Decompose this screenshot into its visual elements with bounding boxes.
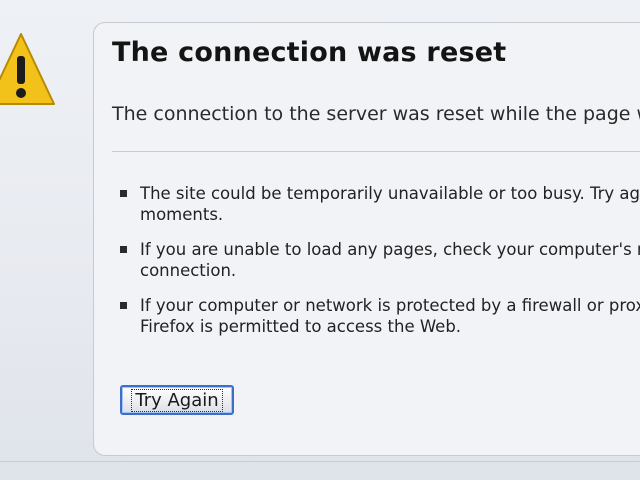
bullet-icon [120, 190, 127, 197]
bottom-divider [0, 461, 640, 462]
error-description: The connection to the server was reset w… [112, 103, 640, 125]
error-title: The connection was reset [112, 37, 507, 68]
bullet-icon [120, 302, 127, 309]
suggestion-text-line: The site could be temporarily unavailabl… [140, 184, 640, 203]
suggestion-text-line: If your computer or network is protected… [140, 296, 640, 315]
suggestion-text-line: If you are unable to load any pages, che… [140, 240, 640, 259]
error-container: The connection was reset The connection … [93, 22, 640, 456]
warning-icon [0, 33, 55, 105]
suggestion-text-line: connection. [140, 261, 237, 280]
suggestion-text-line: Firefox is permitted to access the Web. [140, 317, 462, 336]
error-page: The connection was reset The connection … [0, 0, 640, 480]
divider [112, 151, 640, 152]
suggestion-item: The site could be temporarily unavailabl… [120, 183, 640, 225]
suggestion-list: The site could be temporarily unavailabl… [120, 183, 640, 351]
suggestion-text-line: moments. [140, 205, 224, 224]
try-again-label: Try Again [131, 388, 223, 412]
suggestion-item: If you are unable to load any pages, che… [120, 239, 640, 281]
try-again-button[interactable]: Try Again [120, 385, 234, 415]
bullet-icon [120, 246, 127, 253]
suggestion-item: If your computer or network is protected… [120, 295, 640, 337]
